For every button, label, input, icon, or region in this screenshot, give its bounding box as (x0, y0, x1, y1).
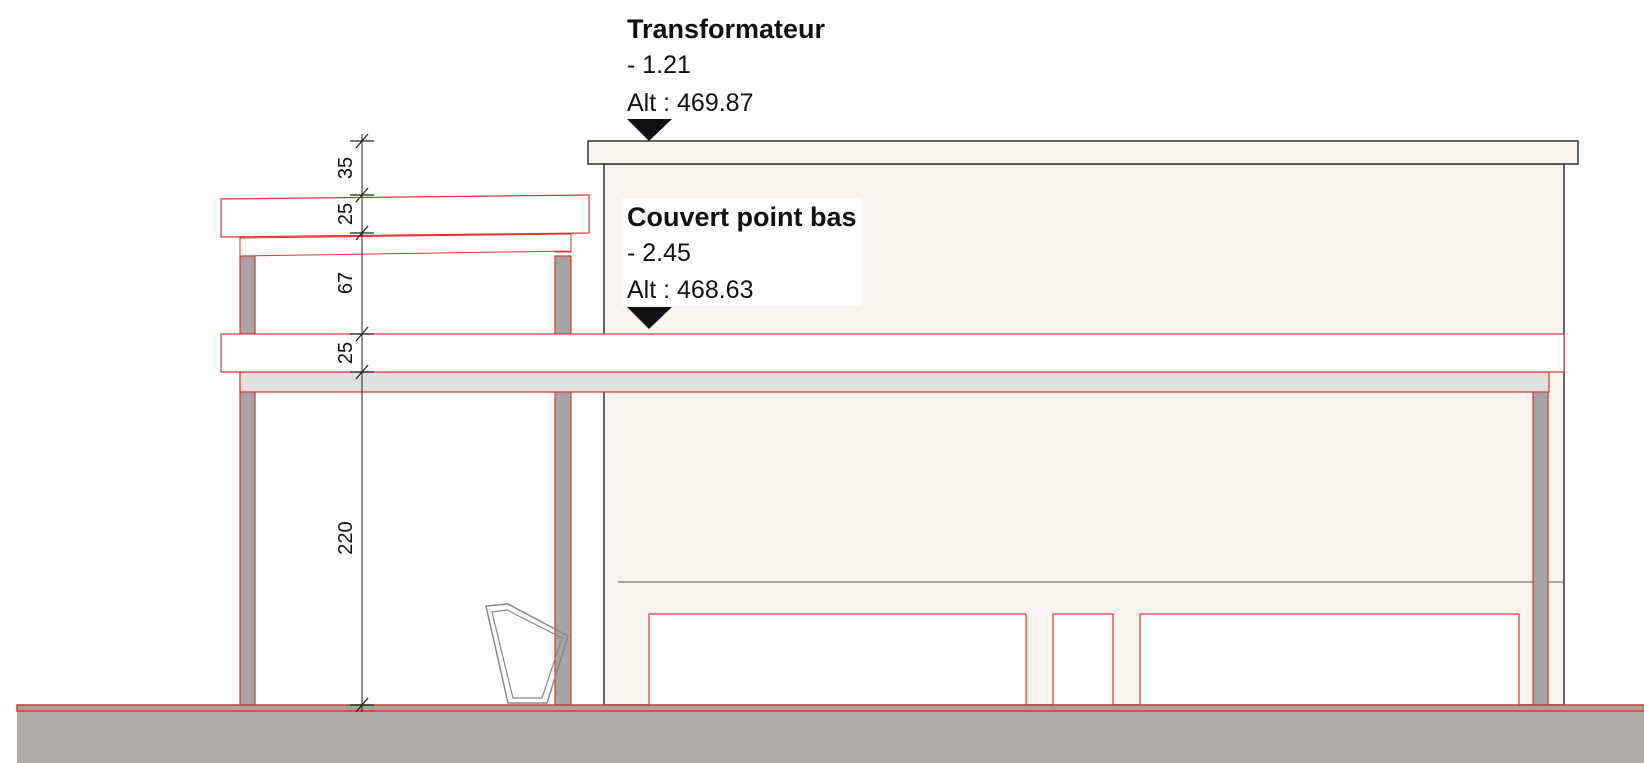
level-title-couvert: Couvert point bas (627, 202, 857, 232)
ground-fill (17, 711, 1644, 763)
lower-canopy-roof (220, 333, 1565, 373)
level-offset-transformateur: - 1.21 (627, 51, 691, 79)
door-opening-right (1139, 613, 1520, 706)
level-title-transformateur: Transformateur (627, 14, 826, 44)
dimension-label-4: 25 (335, 342, 357, 364)
canopy-column-middle (554, 255, 572, 706)
upper-canopy-roof (220, 194, 590, 238)
elevation-drawing: 35 25 67 25 220 Transformateur - 1.21 Al… (16, 14, 1644, 763)
door-opening-left (648, 613, 1027, 706)
lower-canopy-beam (239, 371, 1550, 393)
door-opening-middle (1052, 613, 1114, 706)
upper-canopy-underside (239, 233, 572, 257)
ground-line (16, 704, 1644, 712)
dimension-label-3: 67 (335, 272, 357, 294)
level-marker-transformateur: Transformateur - 1.21 Alt : 469.87 (627, 14, 826, 141)
dimension-label-1: 35 (335, 157, 357, 179)
level-offset-couvert: - 2.45 (627, 239, 691, 267)
level-triangle-icon (627, 119, 672, 141)
canopy-column-left (239, 255, 256, 706)
building-roof-slab (587, 140, 1579, 165)
canopy-column-right (1532, 389, 1549, 706)
ground (16, 704, 1644, 763)
level-altitude-couvert: Alt : 468.63 (627, 276, 753, 304)
dimension-label-2: 25 (335, 203, 357, 225)
level-altitude-transformateur: Alt : 469.87 (627, 89, 753, 117)
dimension-label-5: 220 (335, 521, 357, 554)
